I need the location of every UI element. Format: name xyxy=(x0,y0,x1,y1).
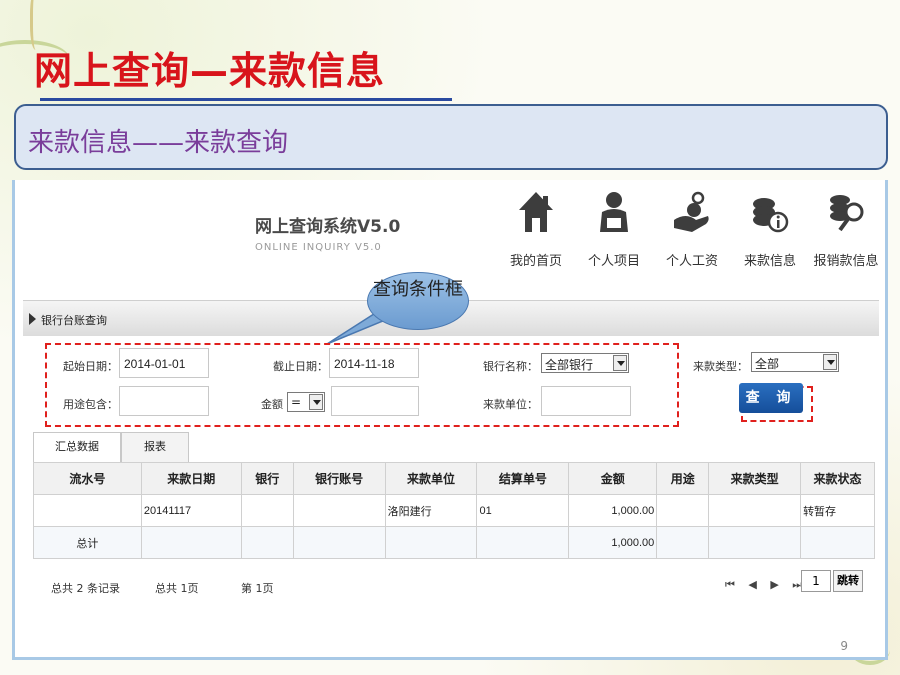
total-row: 总计 1,000.00 xyxy=(33,526,875,559)
column-header[interactable]: 银行 xyxy=(240,462,294,495)
chevron-down-icon xyxy=(823,354,837,370)
end-date-label: 截止日期： xyxy=(273,360,328,373)
table-cell xyxy=(140,526,242,559)
nav-personal-project[interactable]: 个人项目 xyxy=(579,188,649,278)
table-cell xyxy=(292,526,386,559)
triangle-icon xyxy=(29,313,36,325)
app-screenshot: 网上查询系统V5.0 ONLINE INQUIRY V5.0 我的首页 个人项目… xyxy=(12,180,888,660)
total-amount: 1,000.00 xyxy=(568,526,658,559)
column-header[interactable]: 用途 xyxy=(656,462,710,495)
nav-label: 个人项目 xyxy=(587,254,640,269)
column-header[interactable]: 流水号 xyxy=(33,462,142,495)
column-header[interactable]: 来款状态 xyxy=(800,462,875,495)
nav-home[interactable]: 我的首页 xyxy=(501,188,571,278)
slide: 网上查询—来款信息 来款信息——来款查询 网上查询系统V5.0 ONLINE I… xyxy=(0,0,900,675)
app-subtitle: ONLINE INQUIRY V5.0 xyxy=(255,242,382,253)
column-header[interactable]: 结算单号 xyxy=(476,462,570,495)
bank-name-label: 银行名称： xyxy=(483,360,538,373)
table-cell xyxy=(33,494,142,527)
nav-payment-info[interactable]: 来款信息 xyxy=(735,188,805,278)
end-date-input[interactable]: 2014-11-18 xyxy=(329,348,419,378)
bank-select[interactable]: 全部银行 xyxy=(541,353,629,373)
table-cell xyxy=(240,526,294,559)
title-underline xyxy=(40,98,452,101)
salary-icon xyxy=(672,188,712,234)
table-cell xyxy=(476,526,570,559)
column-header[interactable]: 来款类型 xyxy=(708,462,802,495)
nav-label: 个人工资 xyxy=(665,254,718,269)
coins-info-icon xyxy=(750,188,790,234)
table-cell xyxy=(708,494,802,527)
column-header[interactable]: 来款日期 xyxy=(140,462,242,495)
payment-type-label: 来款类型： xyxy=(693,360,748,373)
payment-type-select[interactable]: 全部 xyxy=(751,352,839,372)
tab-report[interactable]: 报表 xyxy=(121,432,189,462)
tab-summary[interactable]: 汇总数据 xyxy=(33,432,121,462)
slide-number: 9 xyxy=(840,639,848,653)
total-label: 总计 xyxy=(33,526,142,559)
page-count: 总共 1页 xyxy=(155,582,199,595)
home-icon xyxy=(516,188,556,234)
nav-label: 来款信息 xyxy=(743,254,796,269)
table-cell: 1,000.00 xyxy=(568,494,658,527)
amount-operator-value: = xyxy=(291,395,302,409)
callout-bubble: 查询条件框 xyxy=(367,272,469,330)
nav-label: 报销款信息 xyxy=(813,254,879,269)
table-cell xyxy=(800,526,875,559)
page-number-input[interactable]: 1 xyxy=(801,570,831,592)
query-button[interactable]: 查 询 xyxy=(739,383,803,413)
bank-select-value: 全部银行 xyxy=(545,358,594,372)
table-cell xyxy=(708,526,802,559)
subtitle-box: 来款信息——来款查询 xyxy=(14,104,888,170)
section-title: 银行台账查询 xyxy=(41,314,107,327)
coins-search-icon xyxy=(826,188,866,234)
table-row[interactable]: 20141117 洛阳建行 01 1,000.00 转暂存 xyxy=(33,494,875,527)
start-date-label: 起始日期： xyxy=(63,360,118,373)
pagination-controls[interactable]: ⏮ ◀ ▶ ⏭ xyxy=(725,578,807,592)
nav-label: 我的首页 xyxy=(509,254,562,269)
go-to-page-button[interactable]: 跳转 xyxy=(833,570,863,592)
table-cell xyxy=(240,494,294,527)
amount-label: 金额 xyxy=(261,398,283,411)
table-cell: 01 xyxy=(476,494,570,527)
amount-input[interactable] xyxy=(331,386,419,416)
nav-reimbursement-info[interactable]: 报销款信息 xyxy=(811,188,881,278)
payer-unit-label: 来款单位： xyxy=(483,398,538,411)
column-header[interactable]: 金额 xyxy=(568,462,658,495)
slide-title: 网上查询—来款信息 xyxy=(34,49,386,93)
chevron-down-icon xyxy=(613,355,627,371)
table-cell: 转暂存 xyxy=(800,494,875,527)
chevron-down-icon xyxy=(309,394,323,410)
purpose-label: 用途包含： xyxy=(63,398,118,411)
payment-type-value: 全部 xyxy=(755,357,780,371)
table-cell: 20141117 xyxy=(140,494,242,527)
table-cell xyxy=(656,494,710,527)
table-header-row: 流水号 来款日期 银行 银行账号 来款单位 结算单号 金额 用途 来款类型 来款… xyxy=(33,462,875,495)
table-cell xyxy=(292,494,386,527)
person-icon xyxy=(594,188,634,234)
table-cell xyxy=(656,526,710,559)
column-header[interactable]: 来款单位 xyxy=(384,462,478,495)
current-page: 第 1页 xyxy=(241,582,274,595)
app-title: 网上查询系统V5.0 xyxy=(255,217,401,237)
column-header[interactable]: 银行账号 xyxy=(292,462,386,495)
results-table: 流水号 来款日期 银行 银行账号 来款单位 结算单号 金额 用途 来款类型 来款… xyxy=(33,462,875,559)
amount-operator-select[interactable]: = xyxy=(287,392,325,412)
record-count: 总共 2 条记录 xyxy=(51,582,120,595)
table-cell xyxy=(384,526,478,559)
purpose-input[interactable] xyxy=(119,386,209,416)
nav-salary[interactable]: 个人工资 xyxy=(657,188,727,278)
start-date-input[interactable]: 2014-01-01 xyxy=(119,348,209,378)
table-cell: 洛阳建行 xyxy=(384,494,478,527)
payer-unit-input[interactable] xyxy=(541,386,631,416)
slide-subtitle: 来款信息——来款查询 xyxy=(28,128,289,158)
